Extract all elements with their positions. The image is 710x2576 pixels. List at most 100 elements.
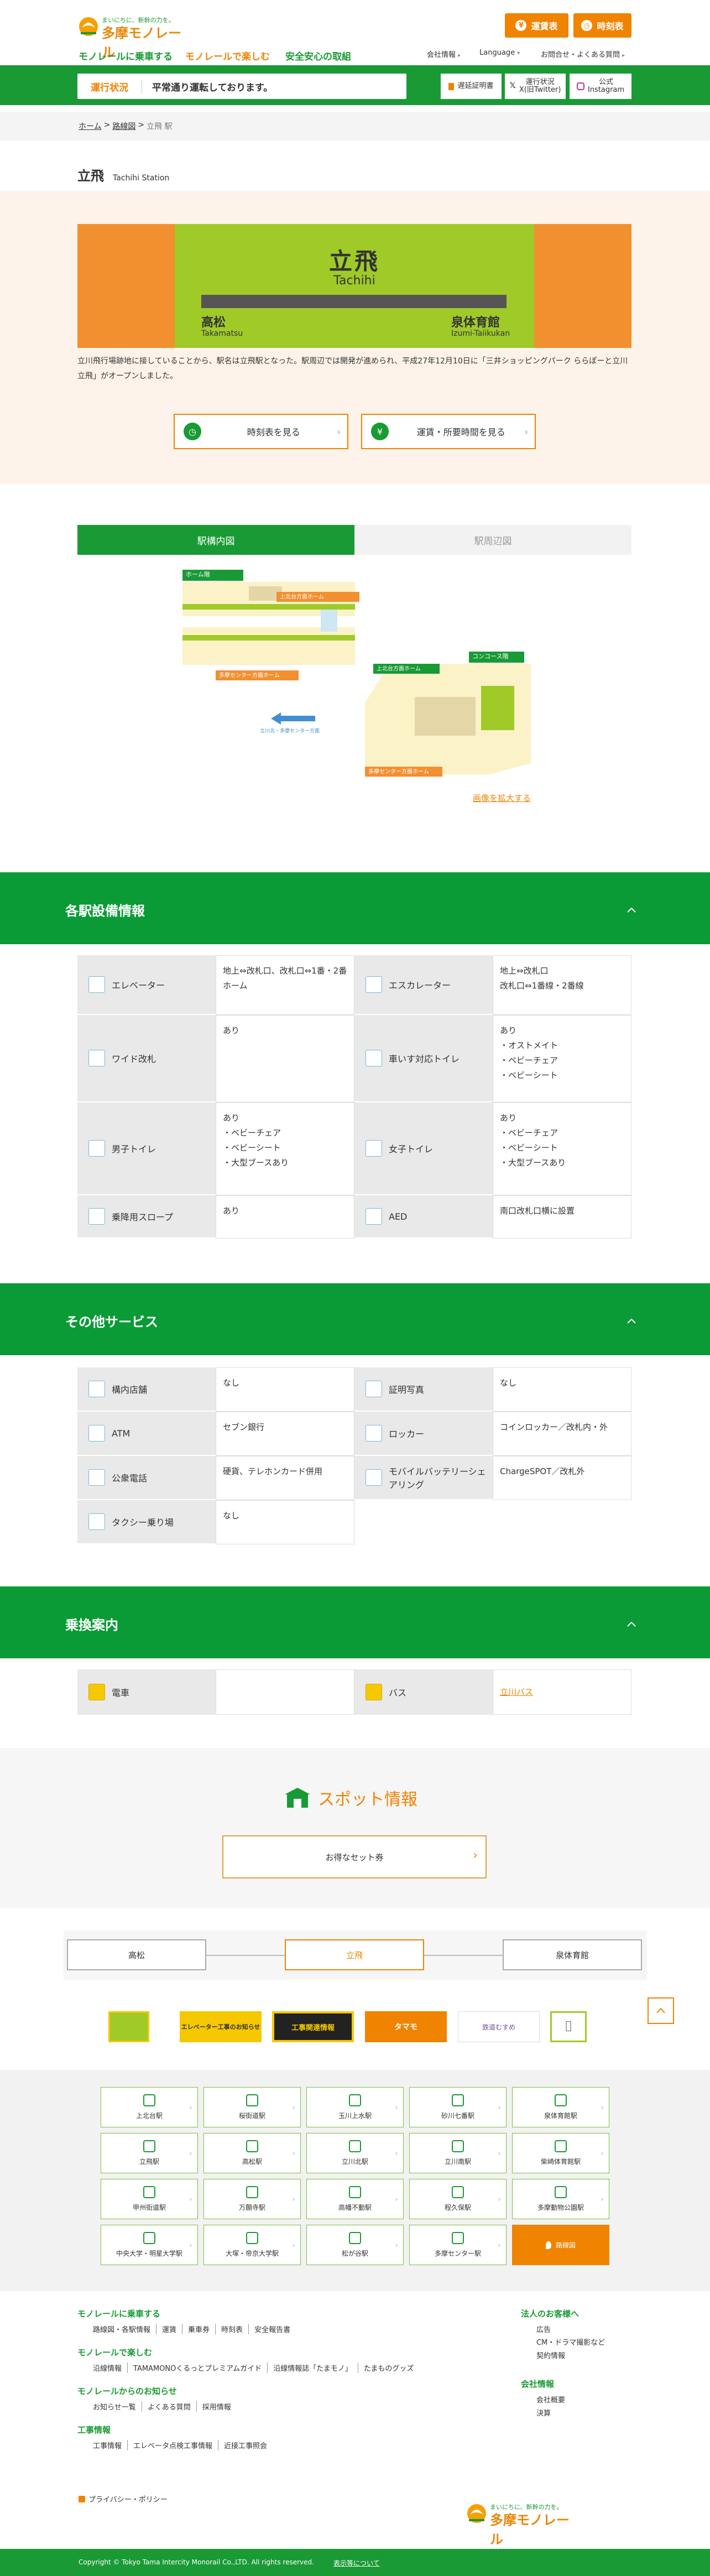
operation-status-box[interactable]: 運行状況 平常通り運転しております。 xyxy=(77,74,406,99)
station-button[interactable]: 上北台駅 › xyxy=(101,2087,198,2127)
footer-link[interactable]: 乗車券 xyxy=(182,2324,215,2334)
footer-heading[interactable]: モノレールで楽しむ xyxy=(77,2346,520,2358)
station-button[interactable]: 立川南駅 › xyxy=(409,2133,507,2173)
breadcrumb-route-map[interactable]: 路線図 xyxy=(112,121,135,132)
station-button-label: 松が谷駅 xyxy=(341,2250,368,2257)
footer-link[interactable]: CM・ドラマ撮影など xyxy=(536,2336,631,2349)
station-button[interactable]: 多摩動物公園駅 › xyxy=(512,2179,609,2219)
transfer-header[interactable]: 乗換案内 xyxy=(0,1586,710,1658)
footer-logo[interactable]: まいにちに、新幹の力を。 多摩モノレール xyxy=(466,2501,582,2547)
back-to-top-button[interactable] xyxy=(648,1997,674,2024)
station-button[interactable]: 中央大学・明星大学駅 › xyxy=(101,2225,198,2265)
banner-label: タマモ xyxy=(394,2023,417,2032)
footer-heading[interactable]: 法人のお客様へ xyxy=(521,2308,631,2319)
chevron-right-icon: ▸ xyxy=(622,53,625,59)
banner-tetsudo-musume[interactable]: 鉄道むすめ xyxy=(458,2011,540,2042)
fare-link-button[interactable]: ¥ 運賃・所要時間を見る › xyxy=(361,414,536,449)
zoom-image-link[interactable]: 画像を拡大する xyxy=(473,792,531,804)
nav-enjoy[interactable]: モノレールで楽しむ xyxy=(185,49,270,63)
services-table: 構内店舗 なし 証明写真 なし ATM セブン銀行 ロッカー コインロッカー／改札内・外 公衆電… xyxy=(77,1367,631,1544)
station-button[interactable]: 砂川七番駅 › xyxy=(409,2087,507,2127)
footer-link[interactable]: 採用情報 xyxy=(196,2401,237,2412)
spot-title: スポット情報 xyxy=(318,1790,417,1809)
footer-link[interactable]: 路線図・各駅情報 xyxy=(87,2324,156,2334)
set-ticket-button[interactable]: お得なセット券 › xyxy=(222,1835,487,1878)
services-header[interactable]: その他サービス xyxy=(0,1283,710,1355)
util-company[interactable]: 会社情報 ▸ xyxy=(427,49,461,59)
footer-link[interactable]: 時刻表 xyxy=(215,2324,248,2334)
footer-group: 工事情報 工事情報 エレベータ点検工事情報 近接工事照会 xyxy=(77,2424,520,2450)
station-button[interactable]: 立川北駅 › xyxy=(306,2133,404,2173)
util-contact[interactable]: お問合せ・よくある質問 ▸ xyxy=(541,49,625,59)
facilities-header[interactable]: 各駅設備情報 xyxy=(0,872,710,944)
banner-tamamo[interactable]: タマモ xyxy=(365,2011,447,2042)
footer-link[interactable]: お知らせ一覧 xyxy=(87,2401,142,2412)
train-icon xyxy=(246,2140,258,2152)
station-button[interactable]: 立飛駅 › xyxy=(101,2133,198,2173)
footer-link[interactable]: エレベータ点検工事情報 xyxy=(127,2440,218,2450)
line-prev-station[interactable]: 高松 xyxy=(67,1939,206,1970)
footer-link[interactable]: 安全報告書 xyxy=(248,2324,296,2334)
footer-link[interactable]: たまものグッズ xyxy=(357,2362,420,2373)
station-button[interactable]: 甲州街道駅 › xyxy=(101,2179,198,2219)
footer-heading[interactable]: 工事情報 xyxy=(77,2424,520,2436)
fare-button[interactable]: ¥ 運賃表 xyxy=(505,13,568,38)
footer-link-list: お知らせ一覧 よくある質問 採用情報 xyxy=(87,2401,520,2412)
station-button[interactable]: 玉川上水駅 › xyxy=(306,2087,404,2127)
table-row-value xyxy=(493,1500,631,1544)
route-map-button[interactable]: 路線図 xyxy=(512,2225,609,2265)
footer-heading[interactable]: モノレールに乗車する xyxy=(77,2308,520,2319)
instagram-button[interactable]: 公式 Instagram xyxy=(570,74,631,99)
station-button[interactable]: 松が谷駅 › xyxy=(306,2225,404,2265)
footer-link[interactable]: 運賃 xyxy=(156,2324,182,2334)
status-x-button[interactable]: 𝕏 運行状況 X(旧Twitter) xyxy=(505,74,566,99)
footer-heading[interactable]: モノレールからのお知らせ xyxy=(77,2385,520,2397)
banner-photo[interactable]: ⌷ xyxy=(550,2011,587,2042)
delay-certificate-button[interactable]: 遅延証明書 xyxy=(441,74,502,99)
operation-status-tag: 運行状況 xyxy=(77,79,142,93)
tab-area-map[interactable]: 駅周辺図 xyxy=(354,525,631,555)
footer-link[interactable]: よくある質問 xyxy=(141,2401,196,2412)
footer-heading[interactable]: 会社情報 xyxy=(521,2378,631,2390)
nav-ride[interactable]: モノレールに乗車する xyxy=(79,49,173,63)
banner-elevator-construction[interactable]: エレベーター工事のお知らせ xyxy=(180,2011,262,2042)
tab-station-map[interactable]: 駅構内図 xyxy=(77,525,354,555)
footer-link[interactable]: 沿線情報誌「たまモノ」 xyxy=(267,2362,358,2373)
facility-label: 公衆電話 xyxy=(112,1473,148,1484)
table-row-header: 公衆電話 xyxy=(77,1456,216,1500)
facility-label: タクシー乗り場 xyxy=(112,1517,174,1528)
site-about-link[interactable]: 表示等について xyxy=(333,2558,380,2568)
station-button[interactable]: 万願寺駅 › xyxy=(203,2179,301,2219)
station-button[interactable]: 程久保駅 › xyxy=(409,2179,507,2219)
footer-link[interactable]: 工事情報 xyxy=(87,2440,127,2450)
timetable-button[interactable]: ◷ 時刻表 xyxy=(573,13,631,38)
station-button[interactable]: 柴崎体育館駅 › xyxy=(512,2133,609,2173)
footer-link[interactable]: 広告 xyxy=(536,2324,631,2336)
banner-construction-info[interactable]: 工事関連情報 xyxy=(272,2011,354,2042)
station-button[interactable]: 泉体育館駅 › xyxy=(512,2087,609,2127)
footer-link[interactable]: 近接工事照会 xyxy=(218,2440,273,2450)
station-button[interactable]: 高松駅 › xyxy=(203,2133,301,2173)
line-next-station[interactable]: 泉体育館 xyxy=(503,1939,642,1970)
aed-icon xyxy=(366,1208,382,1225)
station-button[interactable]: 多摩センター駅 › xyxy=(409,2225,507,2265)
banner-campaign[interactable] xyxy=(108,2011,149,2042)
footer-link[interactable]: TAMAMONOくるっとプレミアムガイド xyxy=(127,2362,267,2373)
timetable-link-button[interactable]: ◷ 時刻表を見る › xyxy=(174,414,348,449)
util-language[interactable]: Language ▾ xyxy=(479,49,520,57)
footer-link[interactable]: 決算 xyxy=(536,2407,631,2420)
site-logo[interactable]: まいにちに、新幹の力を。 多摩モノレール xyxy=(77,13,194,60)
station-button[interactable]: 高幡不動駅 › xyxy=(306,2179,404,2219)
chevron-right-icon: › xyxy=(189,2241,192,2249)
transfer-bus-link[interactable]: 立川バス xyxy=(500,1685,533,1700)
station-button[interactable]: 大塚・帝京大学駅 › xyxy=(203,2225,301,2265)
footer-link[interactable]: 会社概要 xyxy=(536,2394,631,2407)
footer-link[interactable]: 沿線情報 xyxy=(87,2362,127,2373)
breadcrumb-home[interactable]: ホーム xyxy=(79,121,102,132)
table-row-header: ワイド改札 xyxy=(77,1015,216,1102)
footer-link[interactable]: 契約情報 xyxy=(536,2350,631,2362)
station-button[interactable]: 桜街道駅 › xyxy=(203,2087,301,2127)
privacy-policy-link[interactable]: プライバシー・ポリシー xyxy=(79,2494,168,2504)
station-button-label: 程久保駅 xyxy=(444,2204,471,2211)
nav-safety[interactable]: 安全安心の取組 xyxy=(285,49,351,63)
